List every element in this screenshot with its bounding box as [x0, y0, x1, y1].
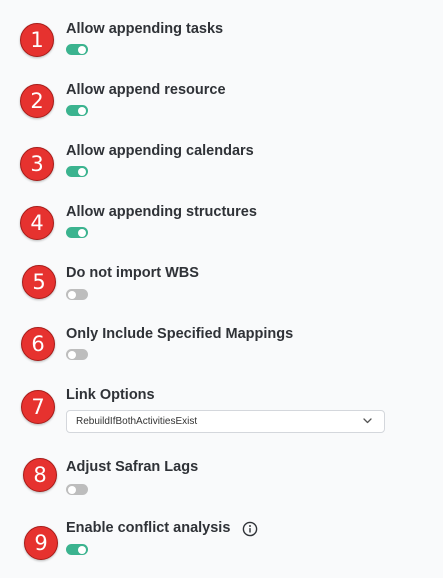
link-options-label: Link Options: [66, 387, 155, 403]
chevron-down-icon: [363, 418, 372, 424]
allow-append-resource-label: Allow append resource: [66, 82, 226, 98]
allow-appending-calendars-toggle[interactable]: [66, 166, 88, 177]
step-marker-2: 2: [20, 84, 54, 118]
step-marker-7: 7: [21, 390, 55, 424]
info-icon[interactable]: [242, 521, 258, 537]
enable-conflict-analysis-label: Enable conflict analysis: [66, 520, 231, 536]
do-not-import-wbs-toggle[interactable]: [66, 289, 88, 300]
toggle-knob: [68, 350, 76, 359]
toggle-knob: [68, 290, 76, 299]
step-marker-3: 3: [20, 147, 54, 181]
toggle-knob: [78, 545, 86, 554]
allow-appending-calendars-label: Allow appending calendars: [66, 143, 254, 159]
toggle-knob: [78, 228, 86, 237]
link-options-select[interactable]: RebuildIfBothActivitiesExist: [66, 410, 385, 433]
allow-appending-structures-label: Allow appending structures: [66, 204, 257, 220]
step-marker-8: 8: [23, 458, 57, 492]
toggle-knob: [78, 106, 86, 115]
toggle-knob: [78, 45, 86, 54]
step-marker-5: 5: [22, 265, 56, 299]
do-not-import-wbs-label: Do not import WBS: [66, 265, 199, 281]
only-include-specified-mappings-toggle[interactable]: [66, 349, 88, 360]
allow-appending-structures-toggle[interactable]: [66, 227, 88, 238]
allow-append-resource-toggle[interactable]: [66, 105, 88, 116]
enable-conflict-analysis-toggle[interactable]: [66, 544, 88, 555]
link-options-value: RebuildIfBothActivitiesExist: [76, 416, 198, 427]
step-marker-1: 1: [20, 23, 54, 57]
toggle-knob: [78, 167, 86, 176]
step-marker-9: 9: [24, 526, 58, 560]
toggle-knob: [68, 485, 76, 494]
allow-appending-tasks-label: Allow appending tasks: [66, 21, 224, 37]
adjust-safran-lags-toggle[interactable]: [66, 484, 88, 495]
step-marker-6: 6: [21, 327, 55, 361]
only-include-specified-mappings-label: Only Include Specified Mappings: [66, 326, 294, 342]
step-marker-4: 4: [20, 206, 54, 240]
adjust-safran-lags-label: Adjust Safran Lags: [66, 459, 199, 475]
allow-appending-tasks-toggle[interactable]: [66, 44, 88, 55]
